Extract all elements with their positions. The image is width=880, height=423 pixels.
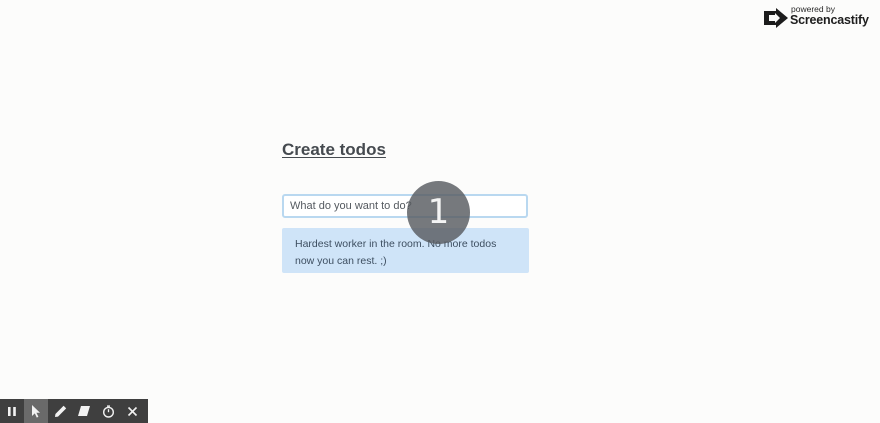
screen: powered by Screencastify Create todos Ha… xyxy=(0,0,880,423)
pause-button[interactable] xyxy=(0,399,24,423)
eraser-tool-button[interactable] xyxy=(72,399,96,423)
pen-icon xyxy=(54,405,66,417)
close-recorder-button[interactable] xyxy=(120,399,144,423)
todo-input[interactable] xyxy=(282,194,528,218)
pause-icon xyxy=(8,406,16,416)
click-counter-badge: 1 xyxy=(407,181,470,244)
eraser-icon xyxy=(78,406,90,416)
cursor-icon xyxy=(32,404,40,418)
page-title: Create todos xyxy=(282,140,386,159)
recorder-toolbar xyxy=(0,399,148,423)
watermark-brand: Screencastify xyxy=(790,13,869,27)
close-icon xyxy=(127,406,137,416)
timer-tool-button[interactable] xyxy=(96,399,120,423)
empty-state-message: Hardest worker in the room. No more todo… xyxy=(282,228,529,273)
pen-tool-button[interactable] xyxy=(48,399,72,423)
screencastify-watermark: powered by Screencastify xyxy=(761,4,877,30)
cursor-tool-button[interactable] xyxy=(24,399,48,423)
timer-icon xyxy=(102,404,114,418)
screencastify-logo-icon xyxy=(764,8,788,28)
